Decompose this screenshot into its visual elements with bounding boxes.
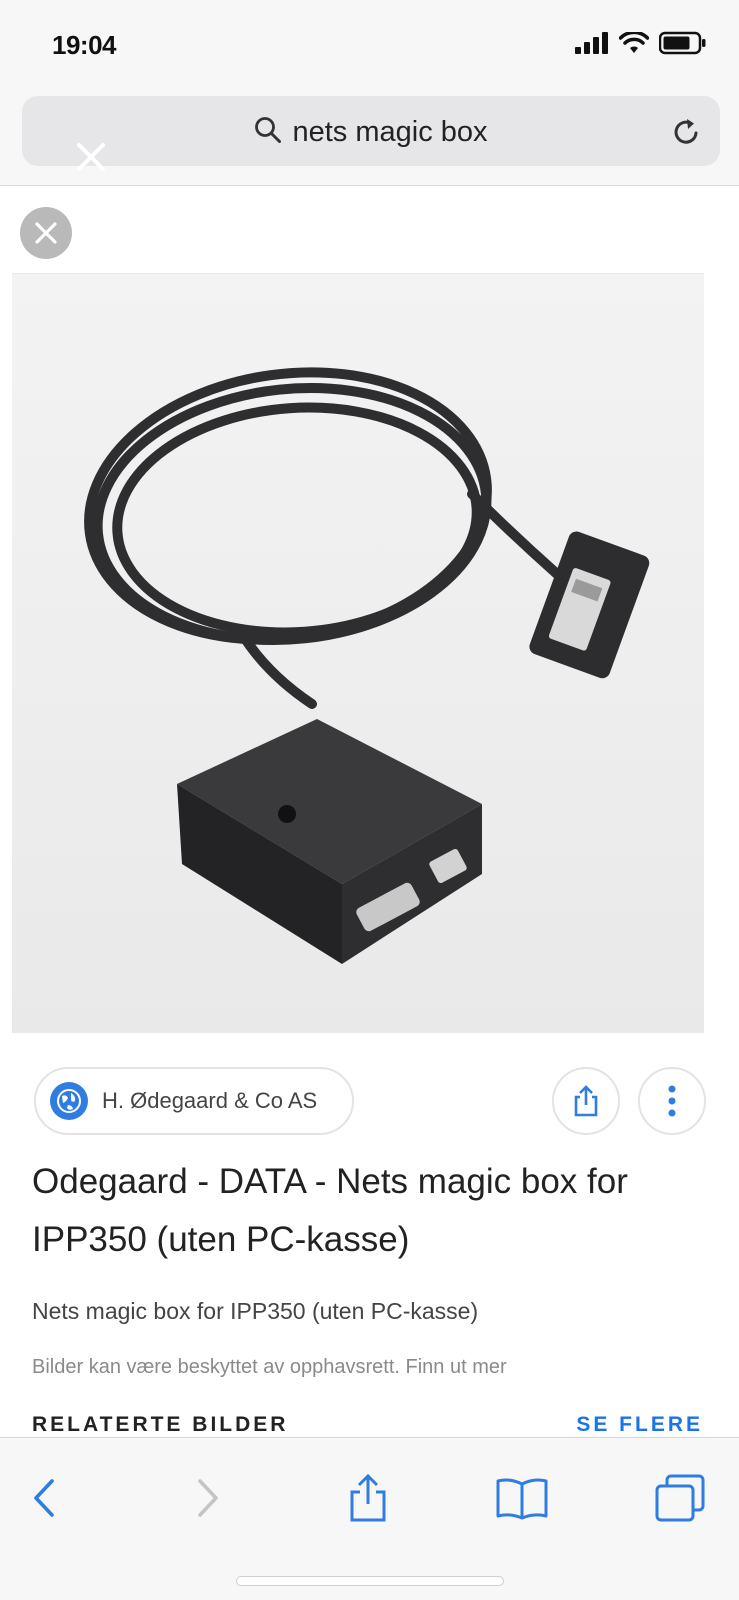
home-indicator — [236, 1576, 504, 1586]
bookmarks-icon — [496, 1478, 548, 1520]
share-button[interactable] — [552, 1067, 620, 1135]
wifi-icon — [618, 30, 650, 59]
share-icon — [574, 1085, 598, 1117]
address-bar-area: nets magic box — [0, 90, 739, 186]
product-image[interactable] — [12, 273, 704, 1033]
close-icon[interactable] — [74, 140, 108, 174]
forward-button[interactable] — [178, 1468, 238, 1528]
battery-icon — [658, 31, 707, 60]
browser-toolbar — [0, 1437, 739, 1600]
share-page-button[interactable] — [338, 1468, 398, 1528]
search-icon — [254, 116, 292, 148]
cellular-signal-icon — [575, 31, 609, 59]
close-viewer-button[interactable] — [20, 207, 72, 259]
source-link[interactable]: H. Ødegaard & Co AS — [34, 1067, 354, 1135]
back-icon — [34, 1479, 54, 1517]
see-more-link[interactable]: SE FLERE — [576, 1413, 703, 1437]
more-vertical-icon — [668, 1085, 676, 1117]
bookmarks-button[interactable] — [492, 1468, 552, 1528]
address-bar[interactable]: nets magic box — [22, 96, 720, 171]
back-button[interactable] — [14, 1468, 74, 1528]
tabs-button[interactable] — [650, 1468, 710, 1528]
result-title[interactable]: Odegaard - DATA - Nets magic box for IPP… — [32, 1153, 692, 1269]
reload-icon[interactable] — [670, 116, 702, 148]
related-images-heading: RELATERTE BILDER — [32, 1413, 289, 1436]
image-viewer: H. Ødegaard & Co AS Odegaard - DATA - Ne… — [0, 187, 739, 1437]
status-icons — [575, 30, 707, 60]
globe-icon — [50, 1082, 88, 1120]
source-name: H. Ødegaard & Co AS — [102, 1088, 318, 1113]
status-bar: 19:04 — [0, 0, 739, 90]
search-query[interactable]: nets magic box — [22, 116, 720, 149]
result-subtitle: Nets magic box for IPP350 (uten PC-kasse… — [32, 1298, 479, 1324]
share-icon — [350, 1473, 386, 1522]
more-options-button[interactable] — [638, 1067, 706, 1135]
status-time: 19:04 — [52, 30, 117, 60]
tabs-icon — [655, 1474, 705, 1522]
close-icon — [35, 222, 57, 244]
forward-icon — [198, 1479, 218, 1517]
search-query-text: nets magic box — [292, 116, 488, 148]
copyright-notice[interactable]: Bilder kan være beskyttet av opphavsrett… — [32, 1356, 507, 1379]
